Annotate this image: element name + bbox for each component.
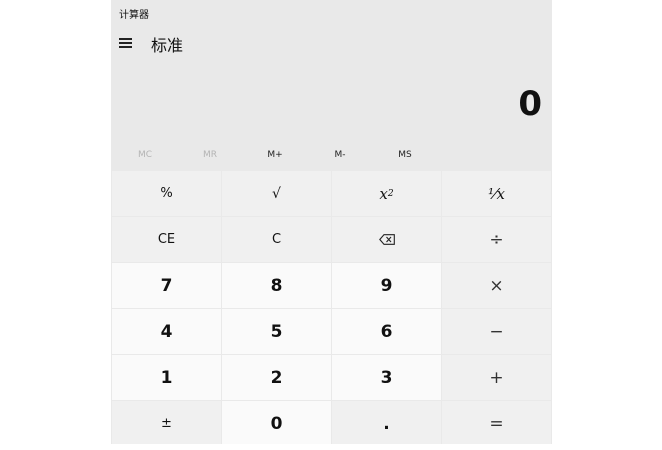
digit-9-button[interactable]: 9 <box>332 263 441 308</box>
digit-6-button[interactable]: 6 <box>332 309 441 354</box>
backspace-icon <box>378 234 395 245</box>
memory-recall-button[interactable]: MR <box>190 150 230 160</box>
subtract-button[interactable]: − <box>442 309 551 354</box>
add-button[interactable]: + <box>442 355 551 400</box>
digit-8-button[interactable]: 8 <box>222 263 331 308</box>
digit-5-button[interactable]: 5 <box>222 309 331 354</box>
memory-subtract-button[interactable]: M- <box>320 150 360 160</box>
divide-button[interactable]: ÷ <box>442 217 551 262</box>
window-title: 计算器 <box>119 10 149 21</box>
square-base-label: x <box>379 184 388 203</box>
square-root-button[interactable]: √ <box>222 171 331 216</box>
result-display: 0 <box>518 84 542 124</box>
digit-2-button[interactable]: 2 <box>222 355 331 400</box>
keypad: % √ x2 ⅟x CE C ÷ 7 8 9 × 4 5 6 − 1 2 3 + <box>111 170 552 444</box>
percent-button[interactable]: % <box>112 171 221 216</box>
memory-row: MC MR M+ M- MS <box>111 146 552 168</box>
clear-button[interactable]: C <box>222 217 331 262</box>
mode-title: 标准 <box>151 36 184 55</box>
calculator-window: 计算器 标准 0 MC MR M+ M- MS % √ x2 ⅟x CE C ÷ <box>111 0 552 444</box>
backspace-button[interactable] <box>332 217 441 262</box>
negate-button[interactable]: ± <box>112 401 221 444</box>
digit-1-button[interactable]: 1 <box>112 355 221 400</box>
digit-4-button[interactable]: 4 <box>112 309 221 354</box>
multiply-button[interactable]: × <box>442 263 551 308</box>
digit-0-button[interactable]: 0 <box>222 401 331 444</box>
memory-add-button[interactable]: M+ <box>255 150 295 160</box>
equals-button[interactable]: = <box>442 401 551 444</box>
clear-entry-button[interactable]: CE <box>112 217 221 262</box>
digit-7-button[interactable]: 7 <box>112 263 221 308</box>
digit-3-button[interactable]: 3 <box>332 355 441 400</box>
decimal-button[interactable]: . <box>332 401 441 444</box>
memory-clear-button[interactable]: MC <box>125 150 165 160</box>
memory-store-button[interactable]: MS <box>385 150 425 160</box>
reciprocal-button[interactable]: ⅟x <box>442 171 551 216</box>
square-button[interactable]: x2 <box>332 171 441 216</box>
menu-icon[interactable] <box>118 34 134 50</box>
square-exponent-label: 2 <box>387 188 394 199</box>
